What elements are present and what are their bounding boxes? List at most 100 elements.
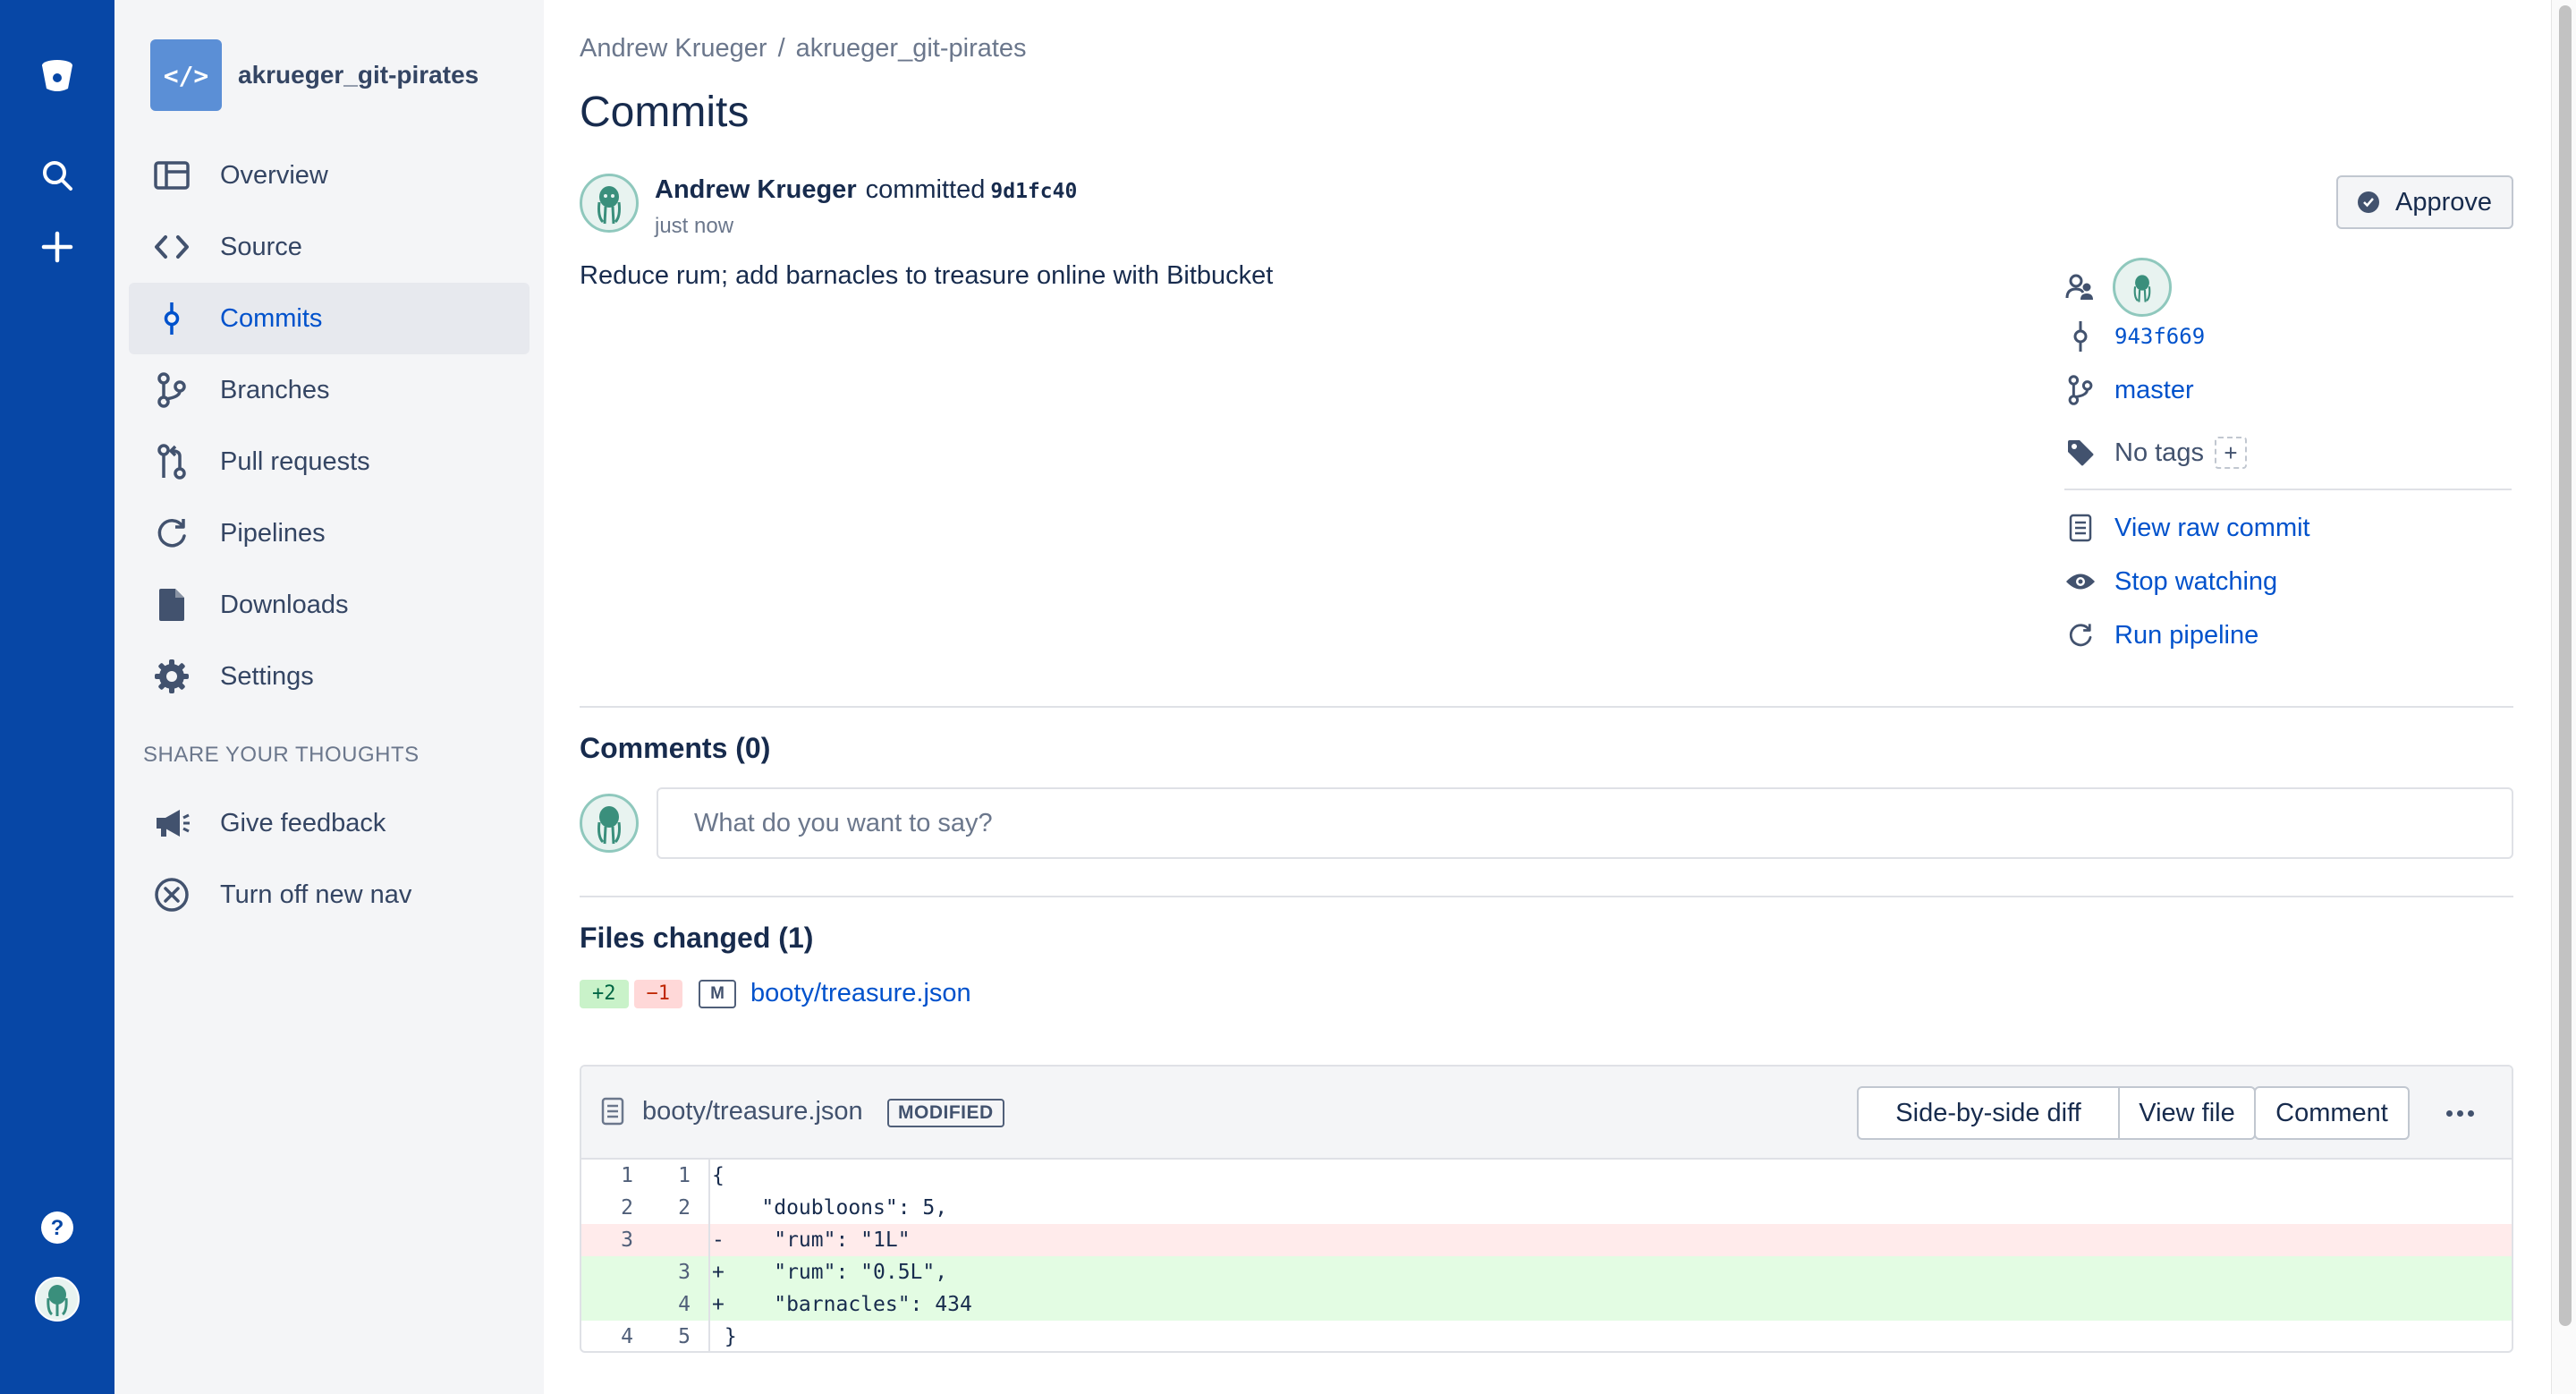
sidebar-item-pull-requests[interactable]: Pull requests bbox=[129, 426, 530, 497]
search-icon[interactable] bbox=[30, 149, 84, 202]
participants-icon bbox=[2064, 271, 2097, 303]
sidebar-item-commits[interactable]: Commits bbox=[129, 283, 530, 354]
diff-code: + "barnacles": 434 bbox=[712, 1293, 972, 1316]
diff-line-added: 3 + "rum": "0.5L", bbox=[581, 1256, 2512, 1288]
commit-verb: committed bbox=[865, 175, 986, 204]
sidebar-item-settings[interactable]: Settings bbox=[129, 641, 530, 712]
repo-header[interactable]: </> akrueger_git-pirates bbox=[150, 39, 479, 111]
approve-button[interactable]: Approve bbox=[2336, 175, 2513, 229]
diff-header: booty/treasure.json MODIFIED Side-by-sid… bbox=[581, 1067, 2512, 1160]
breadcrumb-separator: / bbox=[777, 34, 785, 63]
commit-header: Andrew Krueger committed 9d1fc40 just now bbox=[580, 174, 1077, 239]
diff-code: + "rum": "0.5L", bbox=[712, 1261, 948, 1284]
approve-label: Approve bbox=[2394, 187, 2492, 217]
create-plus-icon[interactable] bbox=[30, 220, 84, 274]
file-icon bbox=[2064, 512, 2097, 544]
parent-commit-row: 943f669 bbox=[2064, 320, 2205, 353]
breadcrumb-repo[interactable]: akrueger_git-pirates bbox=[796, 34, 1027, 63]
commit-message: Reduce rum; add barnacles to treasure on… bbox=[580, 261, 1274, 290]
changed-file-link[interactable]: booty/treasure.json bbox=[750, 979, 971, 1008]
sidebar-item-label: Source bbox=[220, 232, 302, 261]
sidebar-item-pipelines[interactable]: Pipelines bbox=[129, 497, 530, 569]
changed-file-row: +2 −1 M booty/treasure.json bbox=[580, 979, 971, 1008]
old-line-number: 4 bbox=[621, 1325, 633, 1348]
commit-timestamp: just now bbox=[655, 214, 734, 238]
sidebar-item-source[interactable]: Source bbox=[129, 211, 530, 283]
sidebar-item-label: Give feedback bbox=[220, 808, 386, 837]
view-raw-row: View raw commit bbox=[2064, 512, 2310, 544]
stop-watching-link[interactable]: Stop watching bbox=[2114, 567, 2277, 597]
diff-filename: booty/treasure.json bbox=[642, 1097, 863, 1126]
section-title: SHARE YOUR THOUGHTS bbox=[143, 743, 419, 767]
check-circle-icon bbox=[2357, 191, 2379, 213]
lines-added-badge: +2 bbox=[580, 979, 629, 1008]
modified-badge: MODIFIED bbox=[887, 1099, 1004, 1127]
megaphone-icon bbox=[150, 802, 193, 845]
sidebar-item-turn-off-new-nav[interactable]: Turn off new nav bbox=[129, 859, 530, 931]
watch-row: Stop watching bbox=[2064, 565, 2277, 598]
page-title: Commits bbox=[580, 89, 750, 136]
sidebar-item-label: Pull requests bbox=[220, 446, 370, 476]
page-scrollbar[interactable] bbox=[2551, 0, 2576, 1394]
more-actions-icon[interactable] bbox=[2440, 1093, 2479, 1133]
side-by-side-diff-button[interactable]: Side-by-side diff bbox=[1857, 1086, 2120, 1140]
help-icon[interactable]: ? bbox=[30, 1201, 84, 1254]
run-pipeline-row: Run pipeline bbox=[2064, 619, 2258, 651]
commit-hash: 9d1fc40 bbox=[990, 180, 1078, 203]
bitbucket-logo-icon[interactable] bbox=[30, 48, 84, 102]
branch-icon bbox=[2064, 374, 2097, 406]
comment-button[interactable]: Comment bbox=[2254, 1086, 2410, 1140]
sidebar-item-label: Settings bbox=[220, 661, 314, 691]
close-circle-icon bbox=[150, 873, 193, 916]
old-line-number: 1 bbox=[621, 1164, 633, 1187]
commit-author[interactable]: Andrew Krueger bbox=[655, 175, 857, 204]
old-line-number bbox=[581, 1288, 642, 1321]
pull-request-icon bbox=[150, 440, 193, 483]
diff-line-removed: 3 - "rum": "1L" bbox=[581, 1224, 2512, 1256]
pipelines-icon bbox=[2064, 619, 2097, 651]
sidebar: </> akrueger_git-pirates Overview Source… bbox=[114, 0, 544, 1394]
participants-row bbox=[2064, 258, 2172, 317]
sidebar-item-label: Turn off new nav bbox=[220, 880, 412, 909]
author-avatar[interactable] bbox=[580, 174, 639, 233]
sidebar-item-branches[interactable]: Branches bbox=[129, 354, 530, 426]
branch-row: master bbox=[2064, 374, 2194, 406]
svg-text:?: ? bbox=[51, 1216, 64, 1240]
repo-name: akrueger_git-pirates bbox=[238, 61, 479, 89]
sidebar-item-downloads[interactable]: Downloads bbox=[129, 569, 530, 641]
diff-code: } bbox=[712, 1325, 737, 1348]
profile-avatar[interactable] bbox=[30, 1272, 84, 1326]
current-user-avatar bbox=[580, 794, 639, 853]
new-line-number: 4 bbox=[678, 1293, 691, 1316]
comment-input[interactable] bbox=[657, 787, 2513, 859]
file-icon bbox=[601, 1097, 624, 1130]
branch-link[interactable]: master bbox=[2114, 376, 2194, 405]
view-file-button[interactable]: View file bbox=[2120, 1086, 2256, 1140]
new-line-number: 1 bbox=[678, 1164, 691, 1187]
sidebar-item-overview[interactable]: Overview bbox=[129, 140, 530, 211]
comments-heading: Comments (0) bbox=[580, 732, 771, 764]
diff-code: { bbox=[712, 1164, 724, 1187]
pipelines-icon bbox=[150, 512, 193, 555]
run-pipeline-link[interactable]: Run pipeline bbox=[2114, 621, 2258, 650]
lines-removed-badge: −1 bbox=[633, 979, 682, 1008]
tags-label: No tags bbox=[2114, 438, 2204, 467]
old-line-number: 2 bbox=[621, 1196, 633, 1220]
details-divider bbox=[2064, 489, 2512, 490]
sidebar-item-give-feedback[interactable]: Give feedback bbox=[129, 787, 530, 859]
new-line-number: 3 bbox=[678, 1261, 691, 1284]
breadcrumb: Andrew Krueger / akrueger_git-pirates bbox=[580, 34, 1027, 64]
scrollbar-thumb[interactable] bbox=[2559, 5, 2572, 1326]
participant-avatar[interactable] bbox=[2113, 258, 2172, 317]
code-icon bbox=[150, 225, 193, 268]
view-raw-commit-link[interactable]: View raw commit bbox=[2114, 514, 2310, 543]
parent-commit-link[interactable]: 943f669 bbox=[2114, 324, 2205, 349]
add-tag-button[interactable]: + bbox=[2214, 437, 2247, 469]
repo-avatar: </> bbox=[150, 39, 222, 111]
sidebar-item-label: Overview bbox=[220, 160, 328, 190]
gear-icon bbox=[150, 655, 193, 698]
breadcrumb-owner[interactable]: Andrew Krueger bbox=[580, 34, 767, 63]
divider bbox=[580, 896, 2513, 897]
file-diff: booty/treasure.json MODIFIED Side-by-sid… bbox=[580, 1065, 2513, 1353]
document-icon bbox=[150, 583, 193, 626]
